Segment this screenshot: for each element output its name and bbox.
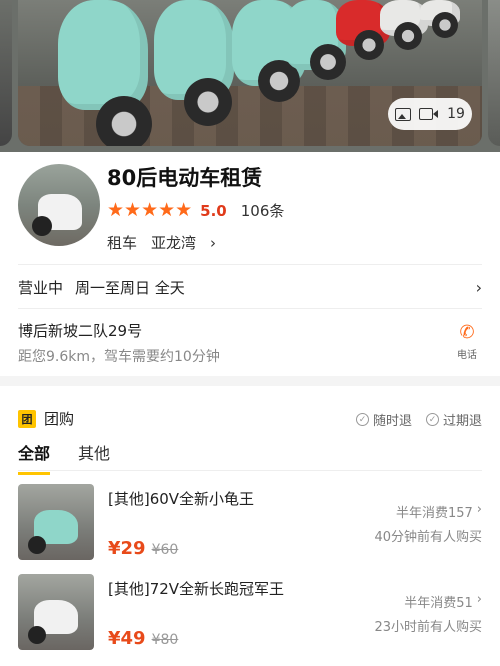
guarantee-expired-refund: ✓ 过期退 bbox=[425, 410, 482, 429]
prev-photo-edge bbox=[0, 0, 12, 146]
category-row[interactable]: 租车 亚龙湾 › bbox=[107, 232, 216, 253]
tab-divider bbox=[18, 470, 482, 471]
deal-title: [其他]60V全新小龟王 bbox=[108, 490, 255, 508]
deal-sales: 半年消费157 › bbox=[396, 502, 482, 521]
deal-thumbnail bbox=[18, 574, 94, 650]
shop-avatar[interactable] bbox=[18, 164, 100, 246]
check-circle-icon: ✓ bbox=[355, 413, 369, 426]
guarantee-label: 过期退 bbox=[442, 414, 482, 429]
deal-sales: 半年消费51 › bbox=[404, 592, 482, 611]
guarantee-label: 随时退 bbox=[372, 414, 412, 429]
distance-text: 距您9.6km，驾车需要约10分钟 bbox=[18, 349, 220, 365]
thumb-wheel bbox=[28, 536, 46, 554]
deal-thumbnail bbox=[18, 484, 94, 560]
shop-name: 80后电动车租赁 bbox=[107, 166, 263, 190]
next-photo-edge[interactable] bbox=[488, 0, 500, 146]
rating-row[interactable]: ★★★★★ 5.0 106条 bbox=[107, 200, 284, 221]
deal-price: ¥29 bbox=[108, 538, 146, 559]
hours-schedule: 周一至周日 全天 bbox=[75, 278, 185, 297]
chevron-right-icon: › bbox=[475, 277, 482, 297]
chevron-right-icon: › bbox=[210, 233, 217, 252]
phone-icon: ✆ bbox=[459, 322, 475, 343]
open-status: 营业中 bbox=[18, 278, 64, 297]
deal-recent-purchase: 40分钟前有人购买 bbox=[374, 530, 482, 545]
guarantee-anytime-refund: ✓ 随时退 bbox=[355, 410, 412, 429]
thumb-wheel bbox=[28, 626, 46, 644]
scooter-wheel bbox=[310, 44, 346, 80]
review-count: 106条 bbox=[240, 202, 285, 220]
scooter-shape bbox=[58, 0, 148, 110]
deal-title: [其他]72V全新长跑冠军王 bbox=[108, 580, 285, 598]
media-count-badge[interactable]: 19 bbox=[388, 98, 472, 130]
business-hours-row[interactable]: 营业中 周一至周日 全天 › bbox=[18, 272, 482, 302]
group-buy-header: 团 团购 bbox=[18, 408, 74, 429]
deal-sales-count: 半年消费51 bbox=[404, 596, 473, 611]
chevron-right-icon: › bbox=[476, 592, 482, 607]
rating-score: 5.0 bbox=[200, 201, 227, 220]
deal-original-price: ¥60 bbox=[151, 542, 179, 558]
avatar-wheel bbox=[32, 216, 52, 236]
deal-price-row: ¥49 ¥80 bbox=[108, 628, 178, 649]
check-circle-icon: ✓ bbox=[425, 413, 439, 426]
scooter-wheel bbox=[394, 22, 422, 50]
image-icon bbox=[395, 107, 412, 121]
scooter-wheel bbox=[432, 12, 458, 38]
deal-original-price: ¥80 bbox=[151, 632, 179, 648]
scooter-wheel bbox=[184, 78, 232, 126]
address-text[interactable]: 博后新坡二队29号 bbox=[18, 320, 142, 341]
deal-item[interactable]: [其他]72V全新长跑冠军王 ¥49 ¥80 半年消费51 › 23小时前有人购… bbox=[18, 574, 482, 654]
phone-button[interactable]: ✆ 电话 bbox=[452, 322, 482, 362]
divider bbox=[18, 308, 482, 309]
video-icon bbox=[419, 108, 439, 120]
photo-banner[interactable]: 19 bbox=[0, 0, 500, 152]
phone-label: 电话 bbox=[457, 350, 477, 361]
media-count: 19 bbox=[447, 106, 465, 122]
shop-header: 80后电动车租赁 ★★★★★ 5.0 106条 租车 亚龙湾 › bbox=[0, 152, 500, 260]
deal-price: ¥49 bbox=[108, 628, 146, 649]
group-buy-title: 团购 bbox=[44, 410, 75, 428]
category-label: 租车 bbox=[107, 234, 138, 252]
divider bbox=[18, 264, 482, 265]
deal-price-row: ¥29 ¥60 bbox=[108, 538, 178, 559]
area-label: 亚龙湾 bbox=[151, 234, 197, 252]
deal-recent-purchase: 23小时前有人购买 bbox=[374, 620, 482, 635]
scooter-wheel bbox=[96, 96, 152, 146]
deal-item[interactable]: [其他]60V全新小龟王 ¥29 ¥60 半年消费157 › 40分钟前有人购买 bbox=[18, 484, 482, 564]
deal-sales-count: 半年消费157 bbox=[395, 506, 473, 521]
star-icon: ★★★★★ bbox=[107, 199, 193, 221]
tuan-badge-icon: 团 bbox=[18, 409, 36, 428]
scooter-wheel bbox=[354, 30, 384, 60]
section-separator bbox=[0, 376, 500, 386]
refund-guarantees: ✓ 随时退 ✓ 过期退 bbox=[355, 410, 482, 429]
chevron-right-icon: › bbox=[476, 502, 482, 517]
